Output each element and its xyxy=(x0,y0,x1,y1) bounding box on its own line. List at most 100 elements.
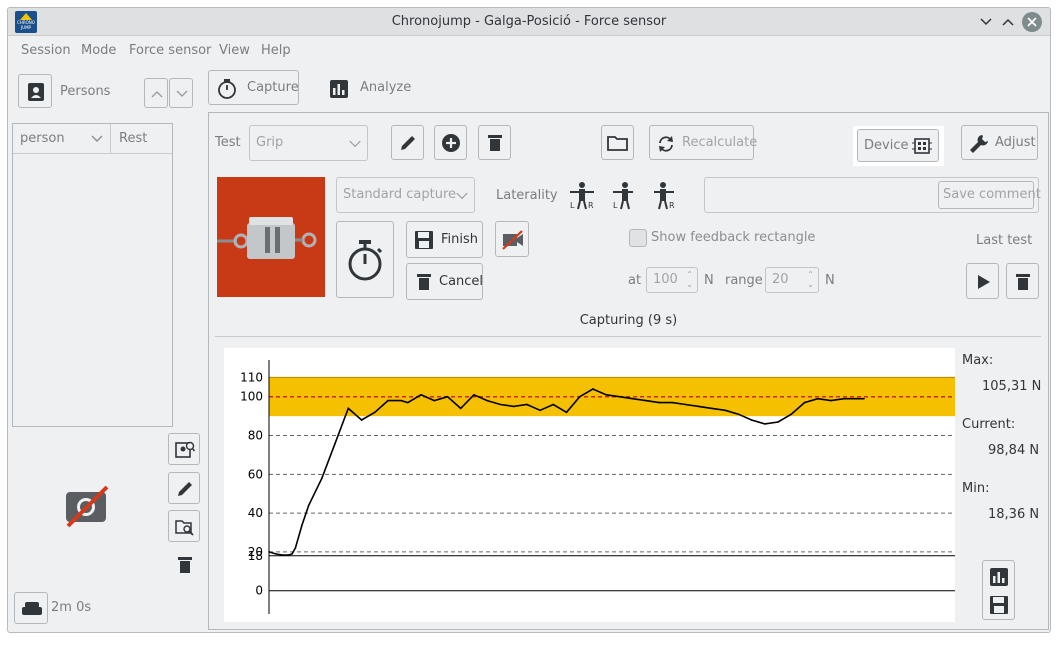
play-last-test-button[interactable] xyxy=(966,263,999,299)
column-rest[interactable]: Rest xyxy=(119,131,147,146)
spin-up-icon[interactable]: ⌃ xyxy=(807,270,814,280)
force-data-point xyxy=(294,547,297,549)
sort-chevron-icon xyxy=(91,135,103,142)
force-data-point xyxy=(400,399,403,402)
svg-text:L: L xyxy=(613,201,618,210)
minimize-button[interactable] xyxy=(976,12,996,32)
spin-down-icon[interactable]: ⌄ xyxy=(686,280,693,290)
force-data-point xyxy=(446,395,449,398)
at-spin[interactable]: 100 ⌃ ⌄ xyxy=(646,267,698,293)
chart-actions xyxy=(982,560,1015,620)
force-data-point xyxy=(856,397,859,400)
trash-icon xyxy=(1016,274,1030,290)
test-select[interactable]: Grip xyxy=(249,125,368,161)
force-data-point xyxy=(347,407,350,410)
recalculate-button[interactable]: Recalculate xyxy=(649,125,757,160)
pencil-icon xyxy=(178,482,192,496)
capture-mode-value: Standard capture xyxy=(343,187,457,202)
chevron-up-icon xyxy=(1002,18,1014,26)
y-tick-label-80: 80 xyxy=(248,429,263,443)
min-label: Min: xyxy=(962,481,990,496)
menu-session[interactable]: Session xyxy=(21,43,71,58)
video-off-icon xyxy=(502,230,523,250)
finish-button[interactable]: Finish xyxy=(406,221,483,258)
force-data-point xyxy=(863,397,865,400)
force-data-point xyxy=(790,413,793,415)
close-button[interactable] xyxy=(1022,12,1042,32)
add-icon xyxy=(442,134,460,152)
save-chart-button[interactable] xyxy=(988,594,1010,616)
adjust-button[interactable]: Adjust xyxy=(961,125,1038,160)
rest-time: 2m 0s xyxy=(51,600,92,615)
persons-label: Persons xyxy=(60,84,111,99)
force-data-point xyxy=(301,523,303,526)
force-data-point xyxy=(711,407,713,410)
folder-search-icon xyxy=(175,520,194,536)
force-data-point xyxy=(750,419,753,421)
force-data-point xyxy=(512,405,515,408)
force-data-point xyxy=(433,399,436,402)
save-comment-button[interactable]: Save comment xyxy=(938,181,1041,209)
device-label: Device xyxy=(864,138,909,153)
person-zoom-button[interactable] xyxy=(168,510,200,542)
force-data-point xyxy=(737,413,740,415)
person-down-button[interactable] xyxy=(169,78,193,108)
delete-person-button[interactable] xyxy=(168,548,200,580)
menu-mode[interactable]: Mode xyxy=(81,43,116,58)
rest-button[interactable] xyxy=(14,592,48,624)
laterality-both-button[interactable]: LR xyxy=(564,177,597,213)
add-test-button[interactable] xyxy=(434,125,467,160)
force-data-point xyxy=(671,401,674,404)
force-data-point xyxy=(459,407,462,410)
force-data-point xyxy=(268,551,270,553)
app-window: CHRONO JUMP Chronojump - Galga-Posició -… xyxy=(7,7,1051,633)
video-off-button[interactable] xyxy=(495,221,529,257)
last-test-label: Last test xyxy=(976,233,1033,248)
analyze-chart-button[interactable] xyxy=(988,566,1010,588)
stopwatch-icon xyxy=(348,240,383,281)
feedback-checkbox[interactable] xyxy=(629,229,647,247)
spin-up-icon[interactable]: ⌃ xyxy=(686,270,693,280)
trash-icon xyxy=(417,274,431,290)
menu-force-sensor[interactable]: Force sensor xyxy=(129,43,211,58)
open-folder-button[interactable] xyxy=(601,125,634,160)
persons-icon-button[interactable] xyxy=(18,74,52,108)
range-unit: N xyxy=(825,273,835,288)
cancel-button[interactable]: Cancel xyxy=(406,263,483,300)
delete-last-test-button[interactable] xyxy=(1006,263,1039,299)
force-data-point xyxy=(274,553,277,555)
maximize-button[interactable] xyxy=(998,12,1018,32)
person-image-button[interactable] xyxy=(168,433,200,465)
trash-icon xyxy=(178,557,192,573)
play-icon xyxy=(978,275,990,289)
test-select-value: Grip xyxy=(256,135,284,150)
edit-test-button[interactable] xyxy=(391,125,424,160)
menu-help[interactable]: Help xyxy=(261,43,291,58)
force-data-point xyxy=(334,442,336,445)
spin-down-icon[interactable]: ⌄ xyxy=(807,280,814,290)
menu-view[interactable]: View xyxy=(219,43,250,58)
force-data-point xyxy=(539,409,541,412)
force-data-point xyxy=(684,403,687,406)
column-person[interactable]: person xyxy=(20,131,65,146)
close-icon xyxy=(1027,17,1037,27)
device-button[interactable]: Device xyxy=(857,129,939,162)
max-label: Max: xyxy=(962,353,994,368)
force-data-point xyxy=(724,409,726,412)
delete-test-button[interactable] xyxy=(478,125,511,160)
force-data-point xyxy=(658,401,660,404)
laterality-left-button[interactable]: L xyxy=(605,177,638,213)
range-spin[interactable]: 20 ⌃ ⌄ xyxy=(765,267,819,293)
force-data-point xyxy=(321,477,323,480)
menu-bar: Session Mode Force sensor View Help xyxy=(8,37,1050,63)
tab-capture[interactable]: Capture xyxy=(208,70,299,105)
chevron-up-icon xyxy=(151,91,163,98)
persons-list[interactable]: person Rest xyxy=(12,123,173,427)
force-data-point xyxy=(526,403,528,406)
edit-person-button[interactable] xyxy=(168,472,200,504)
capture-start-button[interactable] xyxy=(336,221,394,298)
tab-analyze[interactable]: Analyze xyxy=(318,70,411,105)
person-up-button[interactable] xyxy=(144,78,168,108)
capture-mode-select[interactable]: Standard capture xyxy=(336,177,475,213)
laterality-right-button[interactable]: R xyxy=(648,177,681,213)
